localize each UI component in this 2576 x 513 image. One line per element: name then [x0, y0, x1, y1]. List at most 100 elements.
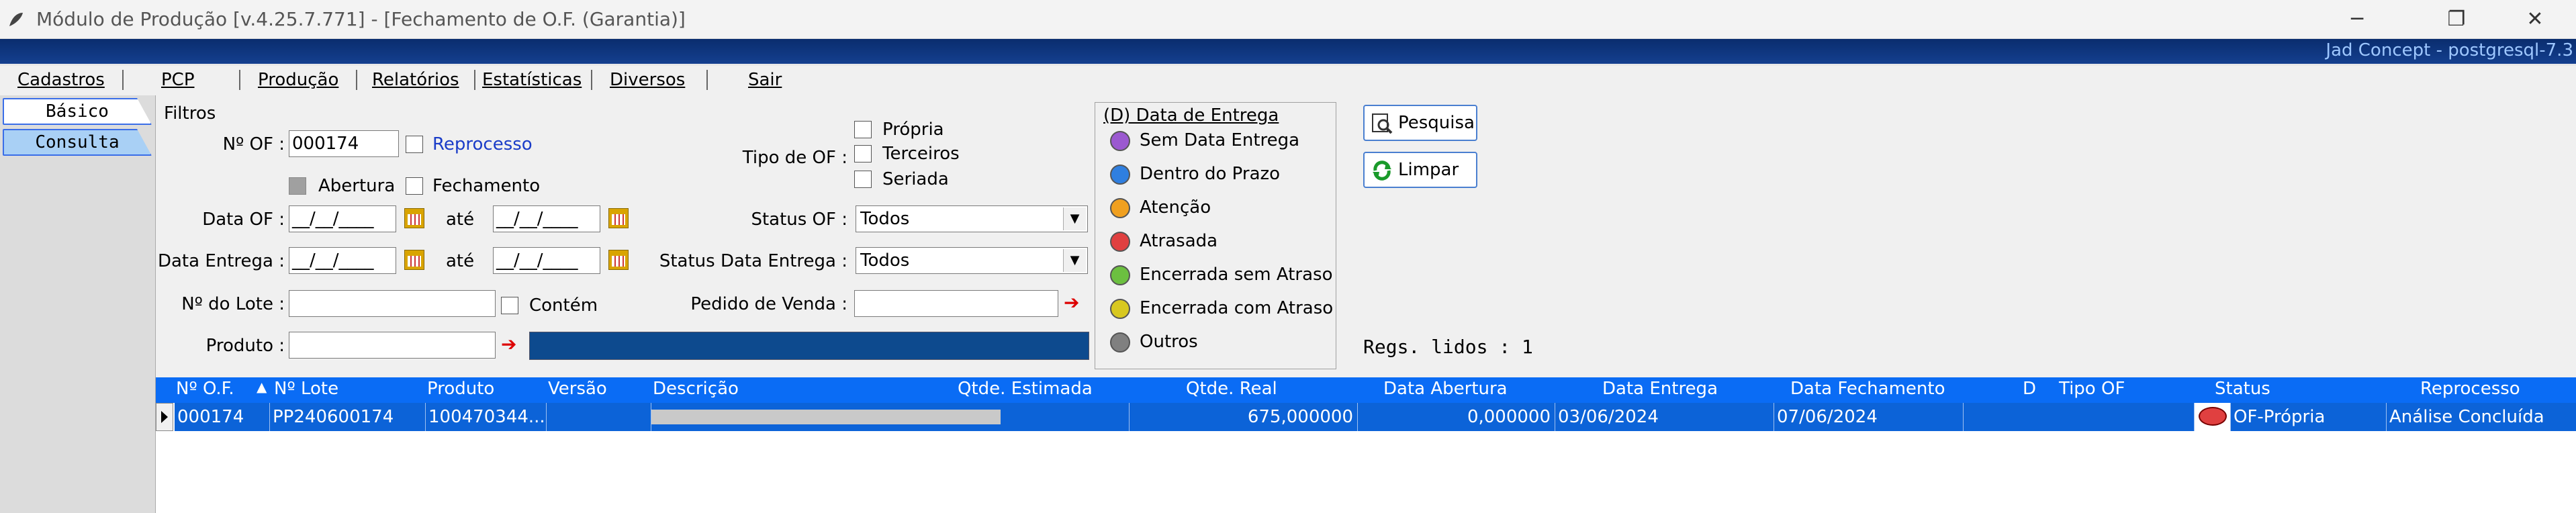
produto-label: Produto :: [205, 336, 285, 356]
legend-item: Atrasada: [1110, 228, 1217, 254]
column-header[interactable]: Data Abertura: [1383, 379, 1508, 399]
status-data-entrega-select[interactable]: Todos ▼: [856, 247, 1088, 274]
cell-qtde-real: 0,000000: [1358, 403, 1555, 431]
reprocesso-checkbox[interactable]: [406, 136, 423, 153]
pedido-venda-input[interactable]: [854, 290, 1058, 317]
column-header[interactable]: Qtde. Estimada: [958, 379, 1093, 399]
tipo-terceiros-checkbox[interactable]: [854, 145, 872, 162]
fechamento-label: Fechamento: [432, 176, 541, 196]
ate-label: até: [446, 209, 475, 230]
ate-label: até: [446, 251, 475, 271]
title-bar: Módulo de Produção [v.4.25.7.771] - [Fec…: [0, 0, 2576, 39]
refresh-icon: [1373, 160, 1391, 181]
cell-produto: 100470344...: [426, 403, 547, 431]
num-of-input[interactable]: 000174: [289, 130, 399, 157]
column-header[interactable]: Nº Lote: [274, 379, 338, 399]
status-dot-icon: [1110, 265, 1130, 285]
cell-d: [2195, 403, 2231, 431]
legend-item: Atenção: [1110, 194, 1211, 221]
status-data-entrega-value: Todos: [860, 250, 910, 271]
menu-separator: [356, 70, 357, 90]
pedido-venda-label: Pedido de Venda :: [690, 294, 847, 314]
tipo-propria-label: Própria: [882, 120, 944, 140]
status-dot-icon: [1110, 198, 1130, 218]
table-row[interactable]: 000174 PP240600174 100470344... 675,0000…: [175, 403, 2576, 431]
fechamento-checkbox[interactable]: [406, 177, 423, 195]
cell-lote: PP240600174: [270, 403, 426, 431]
calendar-icon[interactable]: [608, 250, 629, 270]
column-header[interactable]: Qtde. Real: [1186, 379, 1277, 399]
column-header[interactable]: Status: [2215, 379, 2270, 399]
limpar-button[interactable]: Limpar: [1363, 152, 1477, 188]
restore-icon[interactable]: ❐: [2436, 5, 2477, 34]
pesquisa-label: Pesquisa: [1398, 113, 1475, 133]
search-arrow-icon[interactable]: ➔: [501, 334, 521, 355]
column-header[interactable]: Versão: [548, 379, 607, 399]
grid-header: Nº O.F. ▲ Nº Lote Produto Versão Descriç…: [156, 377, 2576, 403]
data-entrega-label: Data Entrega :: [157, 251, 285, 271]
column-header[interactable]: Tipo OF: [2059, 379, 2125, 399]
pesquisa-button[interactable]: Pesquisa: [1363, 105, 1477, 141]
column-header[interactable]: D: [2023, 379, 2036, 399]
calendar-icon[interactable]: [404, 208, 424, 228]
lote-input[interactable]: [289, 290, 496, 317]
menu-producao[interactable]: Produção: [258, 68, 338, 91]
tipo-seriada-checkbox[interactable]: [854, 171, 872, 188]
cell-descricao: [651, 403, 1130, 431]
reprocesso-label[interactable]: Reprocesso: [432, 134, 533, 154]
column-header[interactable]: Reprocesso: [2420, 379, 2520, 399]
column-header[interactable]: Data Entrega: [1602, 379, 1718, 399]
abertura-checkbox[interactable]: [289, 177, 306, 195]
legend-item-label: Outros: [1140, 332, 1198, 352]
tab-basico[interactable]: Básico: [3, 98, 152, 125]
status-of-select[interactable]: Todos ▼: [856, 205, 1088, 232]
calendar-icon[interactable]: [404, 250, 424, 270]
data-entrega-end-input[interactable]: __/__/____: [493, 247, 600, 274]
cell-data-fechamento: [1964, 403, 2195, 431]
results-grid: Nº O.F. ▲ Nº Lote Produto Versão Descriç…: [156, 377, 2576, 513]
contem-checkbox[interactable]: [501, 297, 518, 314]
abertura-label: Abertura: [318, 176, 396, 196]
chevron-down-icon[interactable]: ▼: [1063, 207, 1086, 230]
menu-cadastros[interactable]: Cadastros: [17, 68, 105, 91]
row-indicator-icon: [156, 403, 173, 431]
data-entrega-start-input[interactable]: __/__/____: [289, 247, 396, 274]
lote-label: Nº do Lote :: [181, 294, 285, 314]
minimize-icon[interactable]: ─: [2337, 5, 2377, 34]
status-dot-icon: [1110, 332, 1130, 353]
menu-sair[interactable]: Sair: [748, 68, 782, 91]
legend-item: Encerrada com Atraso: [1110, 295, 1333, 322]
produto-input[interactable]: [289, 332, 496, 359]
status-of-value: Todos: [860, 209, 910, 229]
column-header[interactable]: Descrição: [653, 379, 739, 399]
cell-versao: [547, 403, 651, 431]
tipo-seriada-label: Seriada: [882, 169, 949, 189]
legend-item-label: Atenção: [1140, 197, 1211, 218]
status-data-entrega-label: Status Data Entrega :: [659, 251, 847, 271]
column-header[interactable]: Nº O.F.: [176, 379, 234, 399]
menu-diversos[interactable]: Diversos: [610, 68, 685, 91]
legend-item-label: Sem Data Entrega: [1140, 130, 1300, 150]
app-icon: [9, 13, 23, 26]
menu-separator: [474, 70, 475, 90]
data-of-end-input[interactable]: __/__/____: [493, 205, 600, 232]
cell-tipo-of: OF-Própria: [2231, 403, 2387, 431]
menu-relatorios[interactable]: Relatórios: [372, 68, 459, 91]
column-header[interactable]: Data Fechamento: [1790, 379, 1945, 399]
status-dot-icon: [1110, 131, 1130, 151]
menu-estatisticas[interactable]: Estatísticas: [482, 68, 582, 91]
search-icon: [1372, 113, 1393, 134]
legend-item: Outros: [1110, 328, 1198, 355]
column-header[interactable]: Produto: [427, 379, 494, 399]
close-icon[interactable]: ✕: [2515, 5, 2555, 34]
connection-label: Jad Concept - postgresql-7.3: [2326, 40, 2573, 60]
tipo-propria-checkbox[interactable]: [854, 121, 872, 138]
tab-consulta[interactable]: Consulta: [3, 129, 152, 156]
search-arrow-icon[interactable]: ➔: [1064, 293, 1084, 313]
tab-basico-label: Básico: [46, 101, 109, 122]
legend-title: (D) Data de Entrega: [1103, 105, 1279, 126]
chevron-down-icon[interactable]: ▼: [1063, 249, 1086, 272]
menu-pcp[interactable]: PCP: [161, 68, 195, 91]
calendar-icon[interactable]: [608, 208, 629, 228]
data-of-start-input[interactable]: __/__/____: [289, 205, 396, 232]
